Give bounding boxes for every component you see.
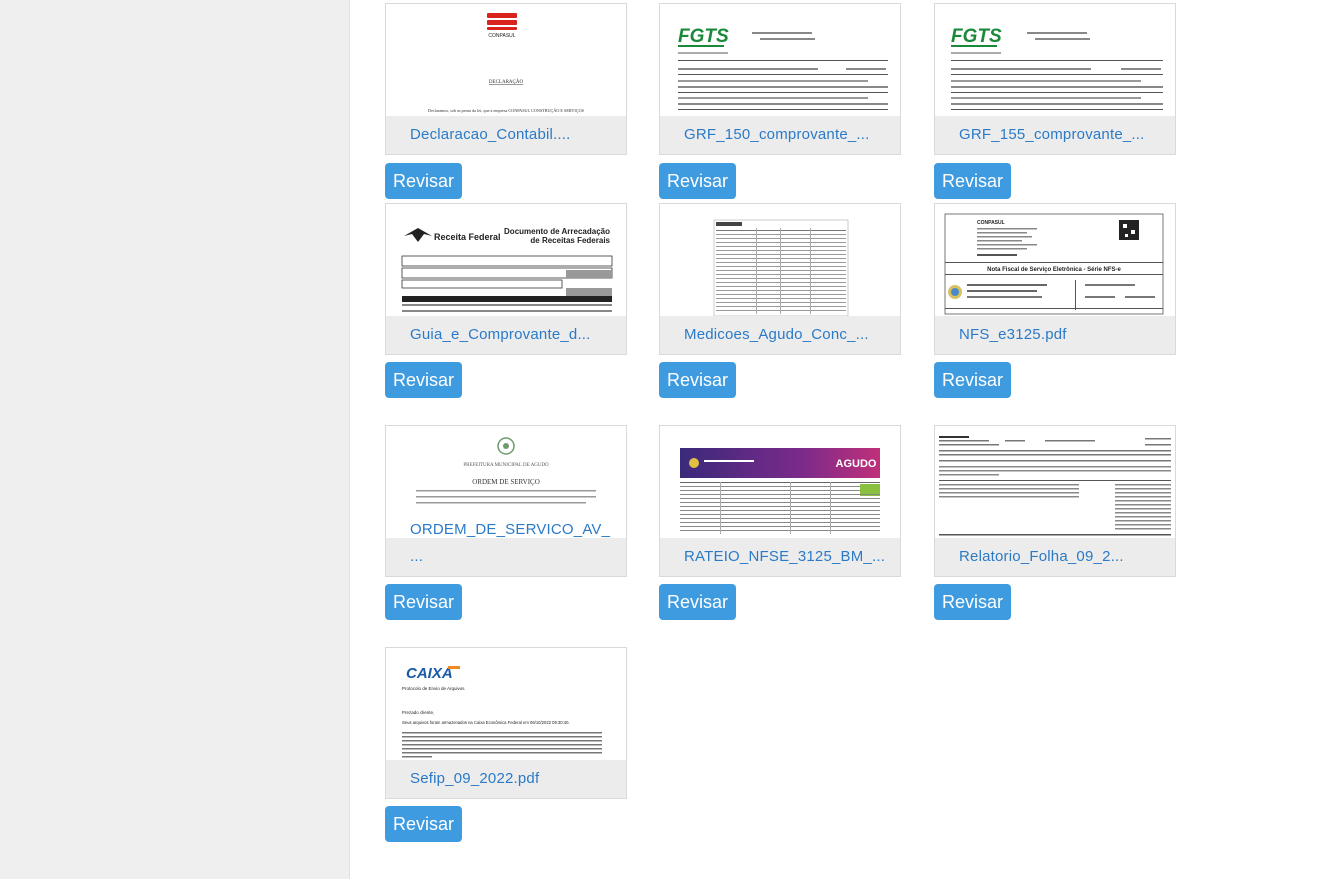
revisar-button[interactable]: Revisar bbox=[934, 584, 1011, 620]
file-card[interactable]: Relatorio_Folha_09_2... bbox=[934, 425, 1176, 577]
file-thumbnail: FGTS bbox=[660, 4, 900, 116]
fgts-logo-icon: FGTS bbox=[678, 26, 729, 47]
file-name-link[interactable]: Guia_e_Comprovante_d... bbox=[410, 321, 614, 348]
file-card[interactable]: FGTS GRF_150_comprovante_... bbox=[659, 3, 901, 155]
file-name-link[interactable]: Declaracao_Contabil.... bbox=[410, 121, 614, 148]
file-thumbnail: CONPASUL Nota Fiscal de Serviço Eletrôni… bbox=[935, 204, 1175, 316]
thumb-org: CONPASUL bbox=[977, 220, 1005, 226]
file-name-link[interactable]: Sefip_09_2022.pdf bbox=[410, 765, 614, 792]
thumb-heading: DECLARAÇÃO bbox=[489, 79, 524, 85]
file-card[interactable]: CONPASUL Nota Fiscal de Serviço Eletrôni… bbox=[934, 203, 1176, 355]
file-name-link[interactable]: ORDEM_DE_SERVICO_AV_... bbox=[410, 516, 614, 570]
file-thumbnail: AGUDO bbox=[660, 426, 900, 538]
revisar-button[interactable]: Revisar bbox=[934, 362, 1011, 398]
file-name-link[interactable]: NFS_e3125.pdf bbox=[959, 321, 1163, 348]
file-card[interactable]: Receita Federal Documento de Arrecadação… bbox=[385, 203, 627, 355]
file-name-link[interactable]: GRF_155_comprovante_... bbox=[959, 121, 1163, 148]
revisar-button[interactable]: Revisar bbox=[385, 584, 462, 620]
file-card[interactable]: CAIXA Protocolo de Envio de Arquivos Pre… bbox=[385, 647, 627, 799]
thumb-text-line: Seus arquivos foram armazenados na Caixa… bbox=[402, 720, 570, 725]
file-thumbnail: FGTS bbox=[935, 4, 1175, 116]
revisar-button[interactable]: Revisar bbox=[659, 163, 736, 199]
file-name-link[interactable]: RATEIO_NFSE_3125_BM_... bbox=[684, 543, 888, 570]
revisar-button[interactable]: Revisar bbox=[385, 163, 462, 199]
revisar-button[interactable]: Revisar bbox=[934, 163, 1011, 199]
file-name-link[interactable]: GRF_150_comprovante_... bbox=[684, 121, 888, 148]
revisar-button[interactable]: Revisar bbox=[659, 362, 736, 398]
file-card[interactable]: PREFEITURA MUNICIPAL DE AGUDO ORDEM DE S… bbox=[385, 425, 627, 577]
file-thumbnail: CAIXA Protocolo de Envio de Arquivos Pre… bbox=[386, 648, 626, 760]
qr-code-icon bbox=[1119, 220, 1139, 240]
file-card[interactable]: CONPASUL DECLARAÇÃO Declaramos, sob as p… bbox=[385, 3, 627, 155]
fgts-logo-icon: FGTS bbox=[951, 26, 1002, 47]
thumb-title: Nota Fiscal de Serviço Eletrônica - Séri… bbox=[987, 267, 1121, 273]
caixa-logo-icon: CAIXA bbox=[406, 665, 453, 682]
file-thumbnail: CONPASUL DECLARAÇÃO Declaramos, sob as p… bbox=[386, 4, 626, 116]
thumb-subtitle: de Receitas Federais bbox=[530, 236, 610, 245]
thumb-subtitle: Protocolo de Envio de Arquivos bbox=[402, 686, 465, 691]
thumb-greeting: Prezado cliente, bbox=[402, 710, 434, 715]
revisar-button[interactable]: Revisar bbox=[385, 806, 462, 842]
revisar-button[interactable]: Revisar bbox=[659, 584, 736, 620]
file-review-grid: CONPASUL DECLARAÇÃO Declaramos, sob as p… bbox=[0, 0, 1342, 879]
thumb-title: Documento de Arrecadação bbox=[504, 227, 610, 236]
file-thumbnail: Receita Federal Documento de Arrecadação… bbox=[386, 204, 626, 316]
thumb-title: ORDEM DE SERVIÇO bbox=[472, 478, 540, 486]
agudo-logo-icon: AGUDO bbox=[836, 458, 877, 470]
file-card[interactable]: AGUDO RATEIO_NFSE_3125_BM_... bbox=[659, 425, 901, 577]
thumb-logo-text: CONPASUL bbox=[488, 33, 515, 39]
thumb-text-line: Declaramos, sob as penas da lei, que a e… bbox=[428, 108, 585, 114]
file-card[interactable]: FGTS GRF_155_comprovante_... bbox=[934, 3, 1176, 155]
thumb-logo-text: Receita Federal bbox=[434, 232, 501, 242]
file-name-link[interactable]: Relatorio_Folha_09_2... bbox=[959, 543, 1163, 570]
file-thumbnail bbox=[935, 426, 1175, 538]
thumb-org: PREFEITURA MUNICIPAL DE AGUDO bbox=[463, 463, 549, 468]
file-thumbnail bbox=[660, 204, 900, 316]
revisar-button[interactable]: Revisar bbox=[385, 362, 462, 398]
file-card[interactable]: Medicoes_Agudo_Conc_... bbox=[659, 203, 901, 355]
receita-federal-logo-icon bbox=[404, 228, 432, 242]
file-name-link[interactable]: Medicoes_Agudo_Conc_... bbox=[684, 321, 888, 348]
